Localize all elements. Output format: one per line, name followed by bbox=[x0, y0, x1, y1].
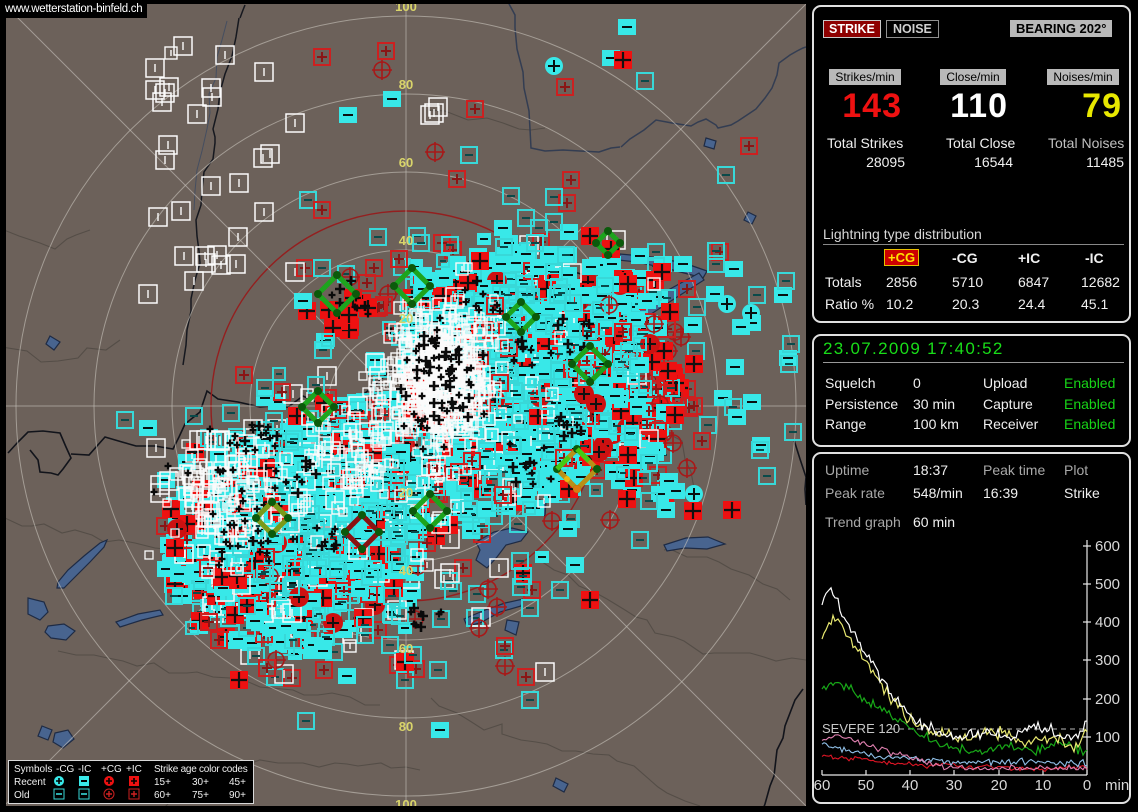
svg-text:45+: 45+ bbox=[229, 777, 246, 788]
svg-text:-IC: -IC bbox=[78, 764, 91, 775]
svg-text:0: 0 bbox=[1083, 777, 1091, 794]
svg-text:Strike age color codes: Strike age color codes bbox=[154, 764, 248, 775]
svg-text:100: 100 bbox=[395, 4, 417, 14]
svg-text:300: 300 bbox=[1095, 652, 1120, 669]
svg-text:60: 60 bbox=[399, 155, 413, 170]
svg-text:200: 200 bbox=[1095, 691, 1120, 708]
svg-text:50: 50 bbox=[858, 777, 875, 794]
svg-text:40: 40 bbox=[399, 233, 413, 248]
svg-text:400: 400 bbox=[1095, 614, 1120, 631]
svg-text:Recent: Recent bbox=[14, 777, 46, 788]
svg-text:20: 20 bbox=[991, 777, 1008, 794]
svg-text:80: 80 bbox=[399, 719, 413, 734]
svg-text:20: 20 bbox=[399, 485, 413, 500]
svg-text:+CG: +CG bbox=[101, 764, 122, 775]
svg-text:-CG: -CG bbox=[56, 764, 75, 775]
svg-text:600: 600 bbox=[1095, 538, 1120, 555]
svg-text:15+: 15+ bbox=[154, 777, 171, 788]
svg-text:100: 100 bbox=[1095, 729, 1120, 746]
svg-text:30: 30 bbox=[946, 777, 963, 794]
svg-text:Symbols: Symbols bbox=[14, 764, 52, 775]
svg-text:Old: Old bbox=[14, 790, 30, 801]
svg-text:90+: 90+ bbox=[229, 790, 246, 801]
svg-text:100: 100 bbox=[395, 797, 417, 806]
svg-text:20: 20 bbox=[399, 311, 413, 326]
svg-text:30+: 30+ bbox=[192, 777, 209, 788]
svg-text:+IC: +IC bbox=[126, 764, 142, 775]
svg-text:500: 500 bbox=[1095, 576, 1120, 593]
svg-text:60: 60 bbox=[814, 777, 831, 794]
svg-text:75+: 75+ bbox=[192, 790, 209, 801]
svg-text:40: 40 bbox=[399, 563, 413, 578]
svg-text:60: 60 bbox=[399, 641, 413, 656]
svg-text:10: 10 bbox=[1035, 777, 1052, 794]
svg-text:40: 40 bbox=[902, 777, 919, 794]
svg-text:80: 80 bbox=[399, 77, 413, 92]
svg-text:SEVERE 120: SEVERE 120 bbox=[822, 721, 900, 736]
svg-text:min: min bbox=[1105, 777, 1129, 794]
svg-text:60+: 60+ bbox=[154, 790, 171, 801]
